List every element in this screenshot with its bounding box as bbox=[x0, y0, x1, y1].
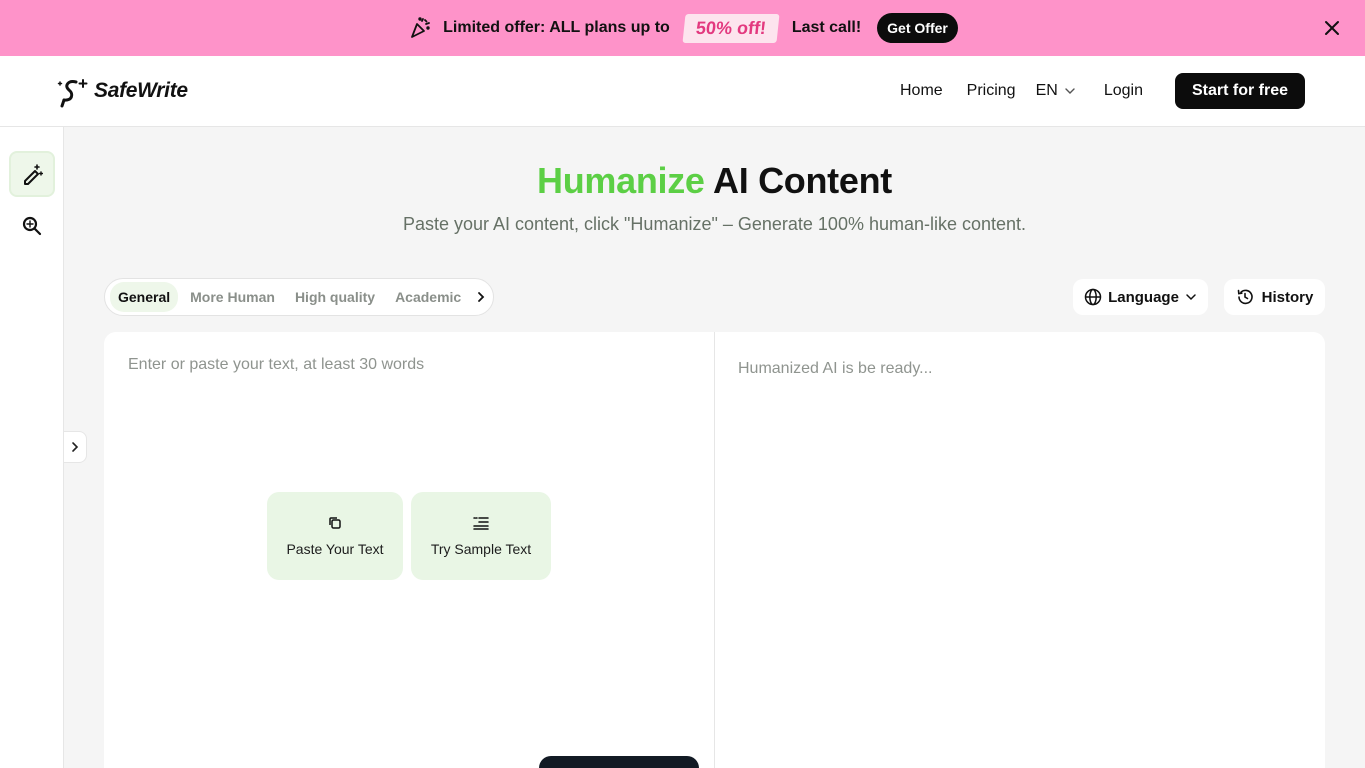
paste-text-button[interactable]: Paste Your Text bbox=[267, 492, 403, 580]
promo-discount-badge: 50% off! bbox=[682, 13, 780, 43]
page-subtitle: Paste your AI content, click "Humanize" … bbox=[402, 214, 1027, 234]
sparkle-search-icon bbox=[22, 216, 42, 236]
nav-home[interactable]: Home bbox=[900, 82, 943, 100]
tab-general[interactable]: General bbox=[110, 282, 179, 312]
title-rest: AI Content bbox=[704, 160, 892, 201]
main-nav: Home Pricing EN Login Start for free bbox=[900, 73, 1305, 109]
language-selector[interactable]: EN bbox=[1036, 82, 1076, 100]
party-popper-icon bbox=[407, 15, 433, 41]
language-code: EN bbox=[1035, 82, 1058, 99]
rail-humanizer-button[interactable] bbox=[9, 151, 55, 197]
promo-text: Limited offer: ALL plans up to bbox=[443, 19, 670, 36]
copy-icon bbox=[329, 517, 341, 529]
start-for-free-button[interactable]: Start for free bbox=[1174, 73, 1305, 109]
page-title: Humanize AI Content bbox=[64, 160, 1365, 202]
output-pane: Humanized AI is be ready... bbox=[716, 332, 1325, 768]
promo-banner: Limited offer: ALL plans up to 50% off! … bbox=[0, 0, 1365, 56]
tab-more-human[interactable]: More Human bbox=[182, 282, 283, 312]
input-textarea[interactable] bbox=[128, 356, 688, 736]
magic-pencil-icon bbox=[24, 164, 43, 185]
chevron-right-icon bbox=[72, 442, 79, 452]
language-label: Language bbox=[1108, 288, 1179, 306]
output-placeholder: Humanized AI is be ready... bbox=[738, 360, 933, 377]
chevron-down-icon bbox=[1186, 294, 1196, 301]
brand-logo[interactable]: SafeWrite bbox=[56, 74, 188, 108]
rail-detector-button[interactable] bbox=[9, 203, 55, 249]
brand-name: SafeWrite bbox=[94, 79, 188, 102]
chevron-right-icon bbox=[477, 292, 484, 302]
promo-content: Limited offer: ALL plans up to 50% off! … bbox=[407, 13, 958, 43]
nav-pricing[interactable]: Pricing bbox=[967, 82, 1016, 100]
history-button[interactable]: History bbox=[1224, 279, 1325, 315]
get-offer-button[interactable]: Get Offer bbox=[877, 13, 958, 43]
history-icon bbox=[1237, 289, 1253, 305]
site-header: SafeWrite Home Pricing EN Login Start fo… bbox=[0, 56, 1365, 127]
title-accent: Humanize bbox=[537, 160, 705, 201]
paste-text-label: Paste Your Text bbox=[286, 541, 384, 557]
promo-last-call: Last call! bbox=[791, 19, 862, 36]
close-icon[interactable] bbox=[1321, 17, 1343, 39]
safewrite-logo-icon bbox=[57, 79, 88, 108]
rail-expand-toggle[interactable] bbox=[63, 431, 87, 463]
humanize-button[interactable] bbox=[539, 756, 699, 768]
chevron-down-icon bbox=[1065, 88, 1075, 94]
try-sample-label: Try Sample Text bbox=[430, 541, 532, 557]
editor-panel: Paste Your Text Try Sample Text Humanize… bbox=[104, 332, 1325, 768]
output-language-button[interactable]: Language bbox=[1073, 279, 1208, 315]
mode-tabs: General More Human High quality Academic bbox=[104, 278, 494, 316]
tabs-scroll-right[interactable] bbox=[473, 287, 488, 307]
tab-academic[interactable]: Academic bbox=[387, 282, 469, 312]
left-rail bbox=[0, 127, 64, 768]
globe-icon bbox=[1084, 288, 1102, 306]
input-pane: Paste Your Text Try Sample Text bbox=[104, 332, 715, 768]
try-sample-button[interactable]: Try Sample Text bbox=[411, 492, 551, 580]
quote-text-icon bbox=[473, 517, 489, 530]
login-link[interactable]: Login bbox=[1104, 82, 1143, 100]
tab-high-quality[interactable]: High quality bbox=[287, 282, 383, 312]
history-label: History bbox=[1261, 288, 1314, 306]
